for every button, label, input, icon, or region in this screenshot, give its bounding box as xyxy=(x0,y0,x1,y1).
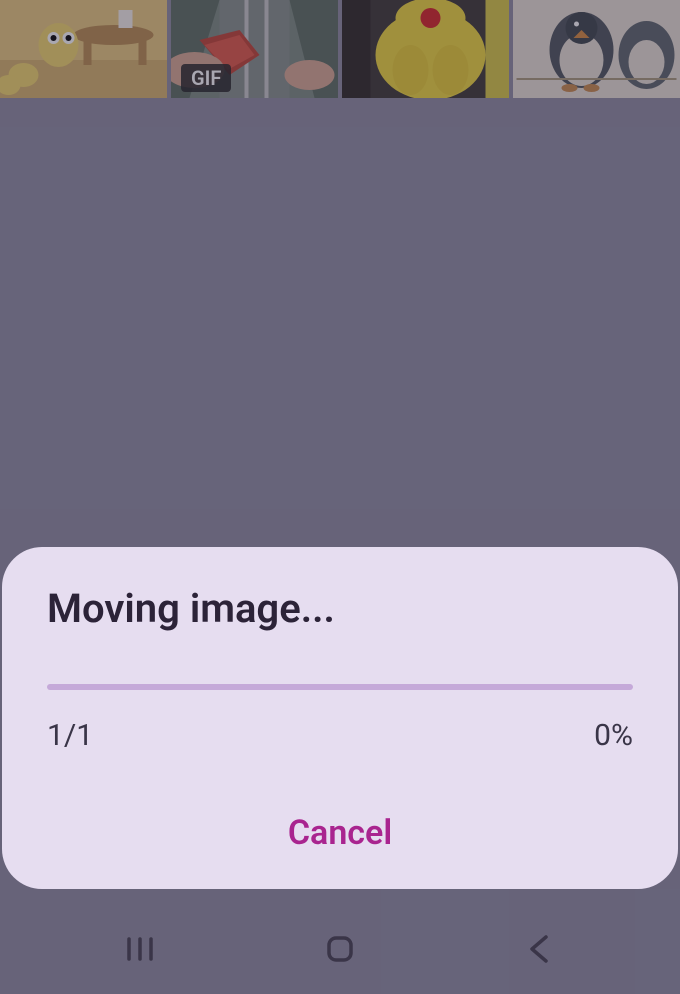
recents-button[interactable] xyxy=(120,929,160,969)
back-button[interactable] xyxy=(520,929,560,969)
progress-percent: 0% xyxy=(594,718,633,753)
home-button[interactable] xyxy=(320,929,360,969)
dialog-title: Moving image... xyxy=(47,585,633,632)
progress-count: 1/1 xyxy=(47,718,93,753)
progress-dialog: Moving image... 1/1 0% Cancel xyxy=(2,547,678,889)
modal-overlay: Moving image... 1/1 0% Cancel xyxy=(0,0,680,994)
system-navigation-bar xyxy=(0,904,680,994)
cancel-button[interactable]: Cancel xyxy=(47,801,633,859)
progress-bar xyxy=(47,684,633,690)
progress-info-row: 1/1 0% xyxy=(47,718,633,753)
